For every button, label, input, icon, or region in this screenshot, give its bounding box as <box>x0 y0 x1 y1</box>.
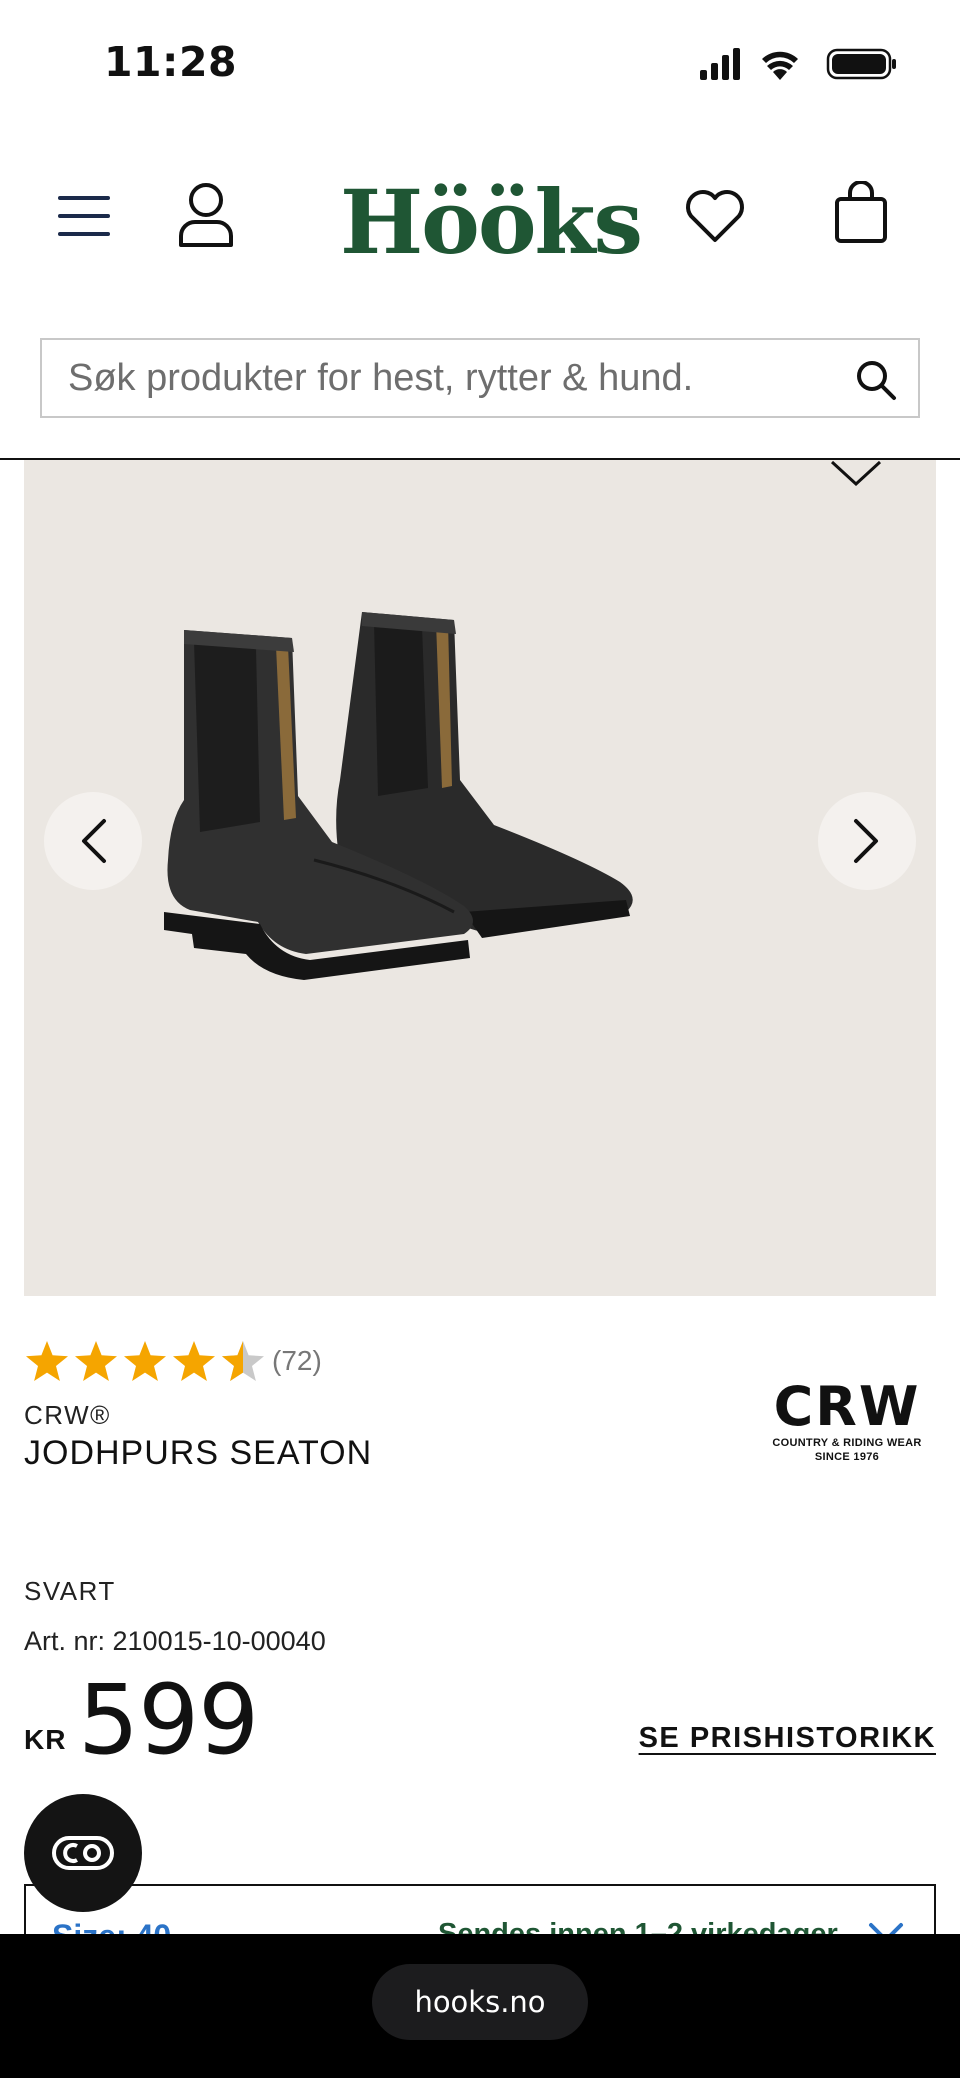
chat-button[interactable] <box>24 1794 142 1912</box>
chevron-left-icon <box>82 819 106 863</box>
brand-logo-tagline: COUNTRY & RIDING WEAR <box>772 1437 922 1449</box>
chevron-right-icon <box>854 819 878 863</box>
brand-logo-since: SINCE 1976 <box>814 1451 880 1463</box>
shopping-bag-icon <box>835 181 887 243</box>
star-icon <box>124 1341 166 1381</box>
hamburger-icon <box>58 196 110 236</box>
price-value: 599 <box>78 1664 259 1776</box>
product-title: JODHPURS SEATON <box>24 1434 373 1472</box>
cart-button[interactable] <box>828 178 894 248</box>
cellular-signal-icon <box>700 48 740 80</box>
wifi-icon <box>762 51 798 80</box>
brand-logo-text: CRW <box>773 1375 921 1438</box>
product-color: SVART <box>24 1576 116 1606</box>
battery-icon <box>826 48 896 80</box>
price-history-link[interactable]: SE PRISHISTORIKK <box>639 1722 936 1755</box>
heart-icon <box>686 190 744 242</box>
chat-icon <box>52 1836 114 1870</box>
search-button[interactable] <box>852 356 900 404</box>
wishlist-button[interactable] <box>682 186 748 246</box>
article-number: Art. nr: 210015-10-00040 <box>24 1626 326 1656</box>
star-icon <box>173 1341 215 1381</box>
browser-bottom-bar: hooks.no <box>0 1934 960 2078</box>
search-bar <box>40 338 920 418</box>
favorite-toggle-icon[interactable] <box>830 460 882 486</box>
price-currency: KR <box>24 1724 67 1755</box>
star-icon <box>26 1341 68 1381</box>
brand-logo[interactable]: CRW COUNTRY & RIDING WEAR SINCE 1976 <box>772 1378 922 1468</box>
product-image-gallery[interactable] <box>24 460 936 1296</box>
user-icon <box>179 183 233 247</box>
status-bar: 11:28 <box>0 0 960 130</box>
menu-button[interactable] <box>54 186 114 246</box>
browser-url-field[interactable]: hooks.no <box>372 1964 588 2040</box>
product-brand[interactable]: CRW® <box>24 1400 111 1431</box>
site-header: Hööks <box>0 130 960 460</box>
rating-count: (72) <box>272 1345 322 1376</box>
star-icon <box>75 1341 117 1381</box>
search-input[interactable] <box>42 356 822 400</box>
account-button[interactable] <box>176 180 236 250</box>
product-image <box>164 612 633 980</box>
half-star-icon <box>222 1341 264 1381</box>
previous-image-button[interactable] <box>44 792 142 890</box>
product-rating[interactable]: (72) <box>24 1338 322 1384</box>
search-icon <box>857 361 896 400</box>
status-time: 11:28 <box>104 38 238 86</box>
site-logo[interactable]: Hööks <box>340 172 643 272</box>
next-image-button[interactable] <box>818 792 916 890</box>
status-icons <box>700 48 896 80</box>
rating-stars <box>26 1341 264 1381</box>
